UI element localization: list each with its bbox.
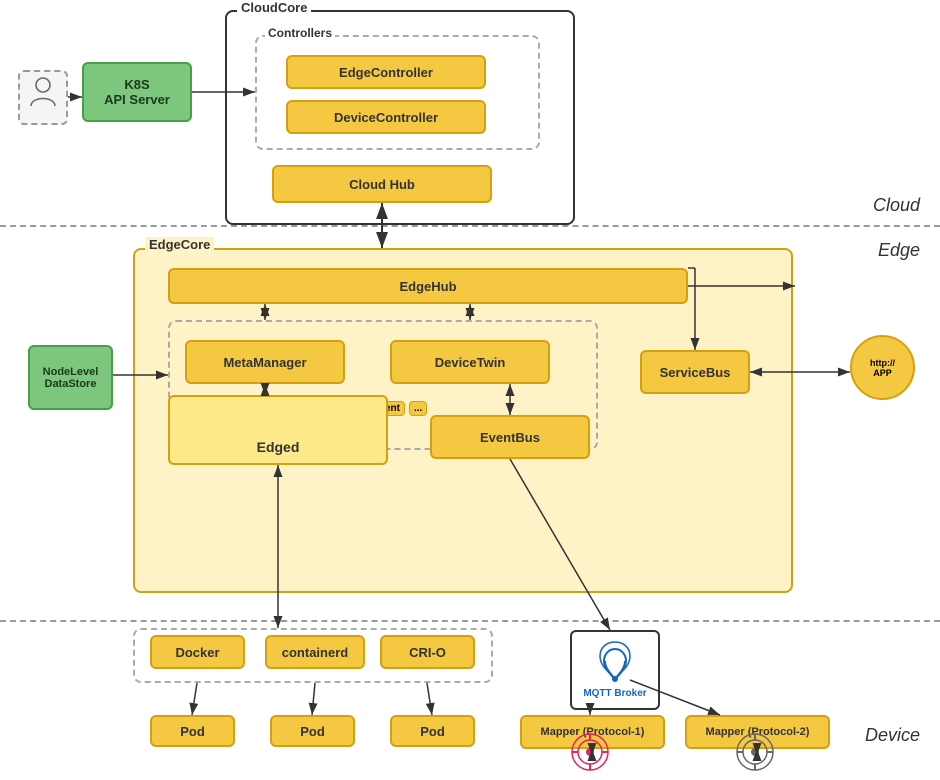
user-icon (18, 70, 68, 125)
tag-more: ... (409, 401, 427, 416)
device-controller: DeviceController (286, 100, 486, 134)
containerd-box: containerd (265, 635, 365, 669)
edgecore-label: EdgeCore (145, 237, 214, 252)
controllers-label: Controllers (265, 26, 335, 40)
node-datastore: NodeLevel DataStore (28, 345, 113, 410)
edge-zone-label: Edge (878, 240, 920, 261)
pod-3: Pod (390, 715, 475, 747)
cloudcore-label: CloudCore (237, 0, 311, 15)
cloud-hub: Cloud Hub (272, 165, 492, 203)
edge-device-divider (0, 620, 940, 622)
docker-box: Docker (150, 635, 245, 669)
device-twin: DeviceTwin (390, 340, 550, 384)
cloud-zone-label: Cloud (873, 195, 920, 216)
edge-controller: EdgeController (286, 55, 486, 89)
meta-manager: MetaManager (185, 340, 345, 384)
device-icon-1 (568, 730, 613, 780)
event-bus: EventBus (430, 415, 590, 459)
cloud-edge-divider (0, 225, 940, 227)
app-circle: http://APP (850, 335, 915, 400)
mqtt-broker: MQTT Broker (570, 630, 660, 710)
device-icon-2 (733, 730, 778, 780)
edged-box: Edged (168, 395, 388, 465)
device-zone-label: Device (865, 725, 920, 746)
edged-label: Edged (257, 439, 300, 455)
crio-box: CRI-O (380, 635, 475, 669)
mqtt-label: MQTT Broker (583, 688, 646, 699)
edge-hub: EdgeHub (168, 268, 688, 304)
k8s-api-server: K8S API Server (82, 62, 192, 122)
architecture-diagram: Cloud Edge Device K8S API Server CloudCo… (0, 0, 940, 761)
service-bus: ServiceBus (640, 350, 750, 394)
pod-1: Pod (150, 715, 235, 747)
pod-2: Pod (270, 715, 355, 747)
